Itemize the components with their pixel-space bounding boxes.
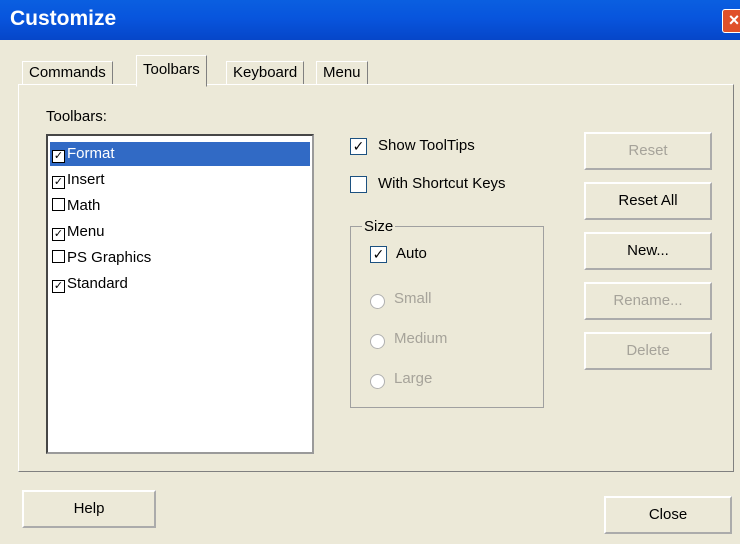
toolbars-label: Toolbars:: [46, 108, 107, 125]
show-tooltips-checkbox[interactable]: ✓: [350, 138, 367, 155]
auto-label: Auto: [396, 245, 427, 262]
reset-all-button[interactable]: Reset All: [584, 182, 712, 220]
checkbox-ps-graphics[interactable]: [52, 250, 65, 263]
show-tooltips-label: Show ToolTips: [378, 137, 475, 154]
shortcut-keys-checkbox[interactable]: [350, 176, 367, 193]
list-item[interactable]: ✓ Standard: [50, 272, 310, 296]
medium-radio[interactable]: [370, 334, 385, 349]
tab-commands[interactable]: Commands: [22, 61, 113, 84]
help-button[interactable]: Help: [22, 490, 156, 528]
auto-checkbox[interactable]: ✓: [370, 246, 387, 263]
large-label: Large: [394, 370, 433, 387]
large-radio[interactable]: [370, 374, 385, 389]
checkbox-math[interactable]: [52, 198, 65, 211]
rename-button[interactable]: Rename...: [584, 282, 712, 320]
title-bar: Customize ×: [0, 0, 740, 40]
checkbox-menu[interactable]: ✓: [52, 228, 65, 241]
tab-toolbars[interactable]: Toolbars: [136, 55, 207, 87]
tab-menu[interactable]: Menu: [316, 61, 368, 84]
new-button[interactable]: New...: [584, 232, 712, 270]
close-icon[interactable]: ×: [722, 9, 740, 33]
list-item[interactable]: ✓ Insert: [50, 168, 310, 192]
reset-button[interactable]: Reset: [584, 132, 712, 170]
checkbox-insert[interactable]: ✓: [52, 176, 65, 189]
small-label: Small: [394, 290, 432, 307]
medium-label: Medium: [394, 330, 448, 347]
size-group-title: Size: [362, 218, 396, 235]
list-item[interactable]: PS Graphics: [50, 246, 310, 270]
list-item[interactable]: ✓ Format: [50, 142, 310, 166]
shortcut-keys-label: With Shortcut Keys: [378, 175, 506, 192]
toolbars-list[interactable]: ✓ Format ✓ Insert Math ✓ Menu PS Graphics ✓…: [46, 134, 314, 454]
tab-keyboard[interactable]: Keyboard: [226, 61, 305, 84]
list-item[interactable]: Math: [50, 194, 310, 218]
checkbox-format[interactable]: ✓: [52, 150, 65, 163]
close-button[interactable]: Close: [604, 496, 732, 534]
list-item[interactable]: ✓ Menu: [50, 220, 310, 244]
small-radio[interactable]: [370, 294, 385, 309]
delete-button[interactable]: Delete: [584, 332, 712, 370]
window-title: Customize: [10, 7, 117, 30]
checkbox-standard[interactable]: ✓: [52, 280, 65, 293]
